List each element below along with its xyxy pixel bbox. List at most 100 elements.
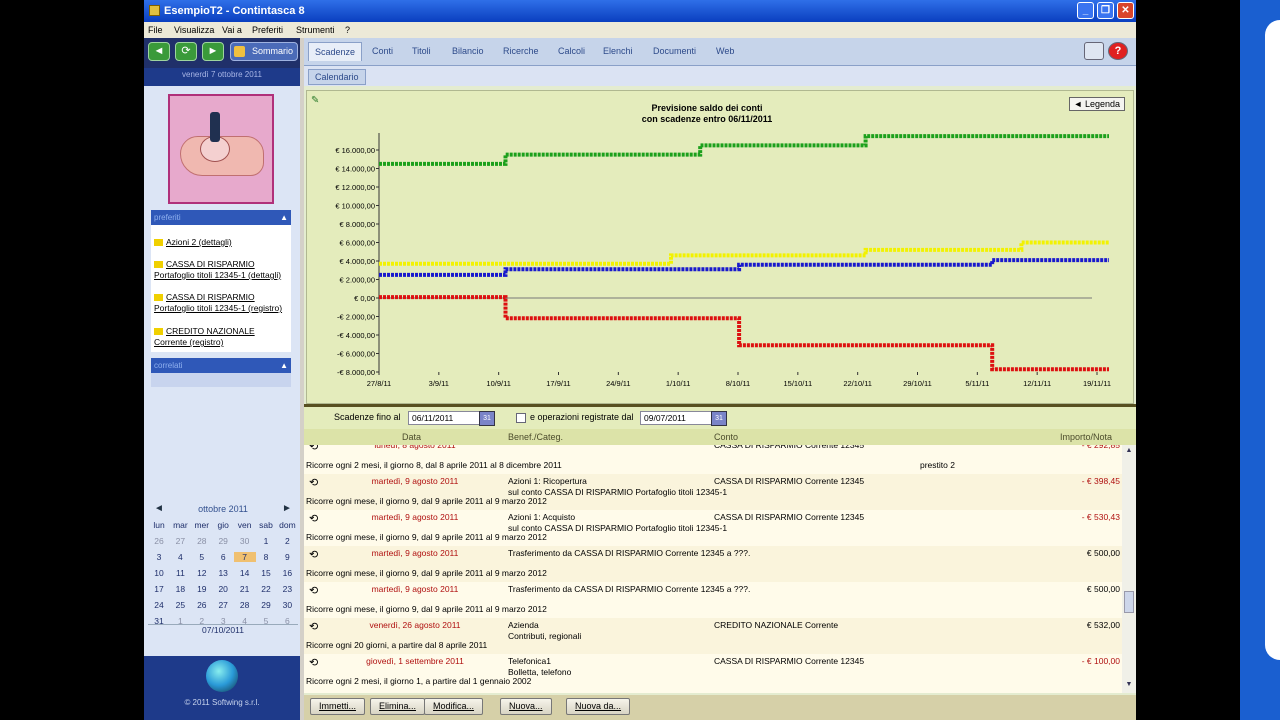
calendar-icon[interactable]: 31 (711, 411, 727, 426)
menu-preferiti[interactable]: Preferiti (252, 25, 283, 35)
tab-titoli[interactable]: Titoli (412, 46, 431, 56)
scadenze-date-field[interactable]: 06/11/2011 (408, 411, 480, 425)
col-importo[interactable]: Importo/Nota (1060, 432, 1112, 442)
preferiti-header[interactable]: preferiti ▲ (151, 210, 291, 225)
calendar-day[interactable]: 12 (191, 568, 213, 578)
elimina-button[interactable]: Elimina... (370, 698, 426, 715)
calendar-day[interactable]: 16 (276, 568, 298, 578)
calendar-day[interactable]: 7 (233, 552, 256, 562)
calendar-day[interactable]: 2 (191, 616, 213, 626)
menu-strumenti[interactable]: Strumenti (296, 25, 335, 35)
help-icon[interactable]: ? (1108, 42, 1128, 60)
table-row[interactable]: ⟲ martedì, 9 agosto 2011 Trasferimento da … (304, 582, 1122, 618)
calendar-day[interactable]: 27 (169, 536, 191, 546)
calendar-day[interactable]: 26 (191, 600, 213, 610)
scroll-thumb[interactable] (1124, 591, 1134, 613)
calendar-day[interactable]: 26 (148, 536, 170, 546)
calendar-day[interactable]: 1 (255, 536, 277, 546)
preferito-item[interactable]: CASSA DI RISPARMIO Portafoglio titoli 12… (154, 259, 281, 281)
vertical-scrollbar[interactable]: ▲ ▼ (1122, 445, 1136, 693)
correlati-header[interactable]: correlati ▲ (151, 358, 291, 373)
calendar-day[interactable]: 29 (212, 536, 234, 546)
calendar-day[interactable]: 31 (148, 616, 170, 626)
menu-file[interactable]: File (148, 25, 163, 35)
preferito-item[interactable]: CREDITO NAZIONALE Corrente (registro) (154, 326, 255, 348)
calendar-day[interactable]: 14 (234, 568, 256, 578)
table-row[interactable]: ⟲ giovedì, 1 settembre 2011 Telefonica1 Bol… (304, 654, 1122, 690)
calendar-day[interactable]: 23 (276, 584, 298, 594)
forward-button[interactable]: ► (202, 42, 224, 61)
maximize-button[interactable]: ❐ (1097, 2, 1114, 19)
tab-ricerche[interactable]: Ricerche (503, 46, 539, 56)
calendar-day[interactable]: 9 (276, 552, 298, 562)
preferito-item[interactable]: Azioni 2 (dettagli) (154, 237, 232, 248)
calendar-day[interactable]: 28 (191, 536, 213, 546)
calendar-day[interactable]: 13 (212, 568, 234, 578)
calendar-day[interactable]: 1 (169, 616, 191, 626)
collapse-icon[interactable]: ▲ (280, 210, 288, 225)
operazioni-date-field[interactable]: 09/07/2011 (640, 411, 712, 425)
calendar-day[interactable]: 6 (276, 616, 298, 626)
calendar-day[interactable]: 29 (255, 600, 277, 610)
calendar-day[interactable]: 2 (276, 536, 298, 546)
preferito-item[interactable]: CASSA DI RISPARMIO Portafoglio titoli 12… (154, 292, 282, 314)
nuova-da-button[interactable]: Nuova da... (566, 698, 631, 715)
calendar-day[interactable]: 5 (255, 616, 277, 626)
close-button[interactable]: ✕ (1117, 2, 1134, 19)
col-data[interactable]: Data (402, 432, 421, 442)
sommario-button[interactable]: Sommario (230, 42, 298, 61)
calendar-day[interactable]: 6 (212, 552, 234, 562)
calendar-day[interactable]: 18 (169, 584, 191, 594)
tab-calcoli[interactable]: Calcoli (558, 46, 585, 56)
calendar-day[interactable]: 15 (255, 568, 277, 578)
calendar-day[interactable]: 21 (234, 584, 256, 594)
calendar-day[interactable]: 28 (234, 600, 256, 610)
calendar-day[interactable]: 4 (234, 616, 256, 626)
refresh-button[interactable]: ⟳ (175, 42, 197, 61)
back-button[interactable]: ◄ (148, 42, 170, 61)
tab-web[interactable]: Web (716, 46, 734, 56)
col-benef[interactable]: Benef./Categ. (508, 432, 563, 442)
calendar-day[interactable]: 27 (212, 600, 234, 610)
calendar-day[interactable]: 25 (169, 600, 191, 610)
calendar-day[interactable]: 19 (191, 584, 213, 594)
table-row[interactable]: ⟲ martedì, 9 agosto 2011 Azioni 1: Acquist… (304, 510, 1122, 546)
calendar-icon[interactable]: 31 (479, 411, 495, 426)
menu-visualizza[interactable]: Visualizza (174, 25, 214, 35)
calendar-day[interactable]: 5 (191, 552, 213, 562)
print-button[interactable] (1084, 42, 1104, 60)
table-row[interactable]: ⟲ martedì, 9 agosto 2011 Azioni 1: Ricoper… (304, 474, 1122, 510)
modifica-button[interactable]: Modifica... (424, 698, 484, 715)
table-row[interactable]: ⟲ venerdì, 26 agosto 2011 Azienda Contribut… (304, 618, 1122, 654)
calendar-day[interactable]: 24 (148, 600, 170, 610)
calendar-day[interactable]: 30 (234, 536, 256, 546)
calendar-day[interactable]: 8 (255, 552, 277, 562)
table-row[interactable]: ⟲ martedì, 9 agosto 2011 Trasferimento da … (304, 546, 1122, 582)
scroll-up-icon[interactable]: ▲ (1124, 447, 1134, 457)
subtab-calendario[interactable]: Calendario (308, 69, 366, 85)
minimize-button[interactable]: _ (1077, 2, 1094, 19)
calendar-day[interactable]: 4 (169, 552, 191, 562)
calendar-day[interactable]: 17 (148, 584, 170, 594)
scroll-down-icon[interactable]: ▼ (1124, 681, 1134, 691)
calendar-day[interactable]: 22 (255, 584, 277, 594)
tab-bilancio[interactable]: Bilancio (452, 46, 484, 56)
tab-documenti[interactable]: Documenti (653, 46, 696, 56)
collapse-icon[interactable]: ▲ (280, 358, 288, 373)
nuova-button[interactable]: Nuova... (500, 698, 552, 715)
calendar-day[interactable]: 3 (148, 552, 170, 562)
next-month-button[interactable]: ► (282, 503, 292, 514)
calendar-day[interactable]: 20 (212, 584, 234, 594)
calendar-day[interactable]: 10 (148, 568, 170, 578)
calendar-day[interactable]: 3 (212, 616, 234, 626)
tab-scadenze[interactable]: Scadenze (308, 42, 363, 61)
calendar-day[interactable]: 11 (169, 568, 191, 578)
menu-help[interactable]: ? (345, 25, 350, 35)
immetti-button[interactable]: Immetti... (310, 698, 366, 715)
tab-conti[interactable]: Conti (372, 46, 393, 56)
tab-elenchi[interactable]: Elenchi (603, 46, 633, 56)
menu-vai-a[interactable]: Vai a (222, 25, 242, 35)
operazioni-checkbox[interactable] (516, 413, 526, 423)
calendar-day[interactable]: 30 (276, 600, 298, 610)
table-row[interactable]: ⟲ lunedì, 8 agosto 2011 CASSA DI RISPARMIO… (304, 445, 1122, 474)
